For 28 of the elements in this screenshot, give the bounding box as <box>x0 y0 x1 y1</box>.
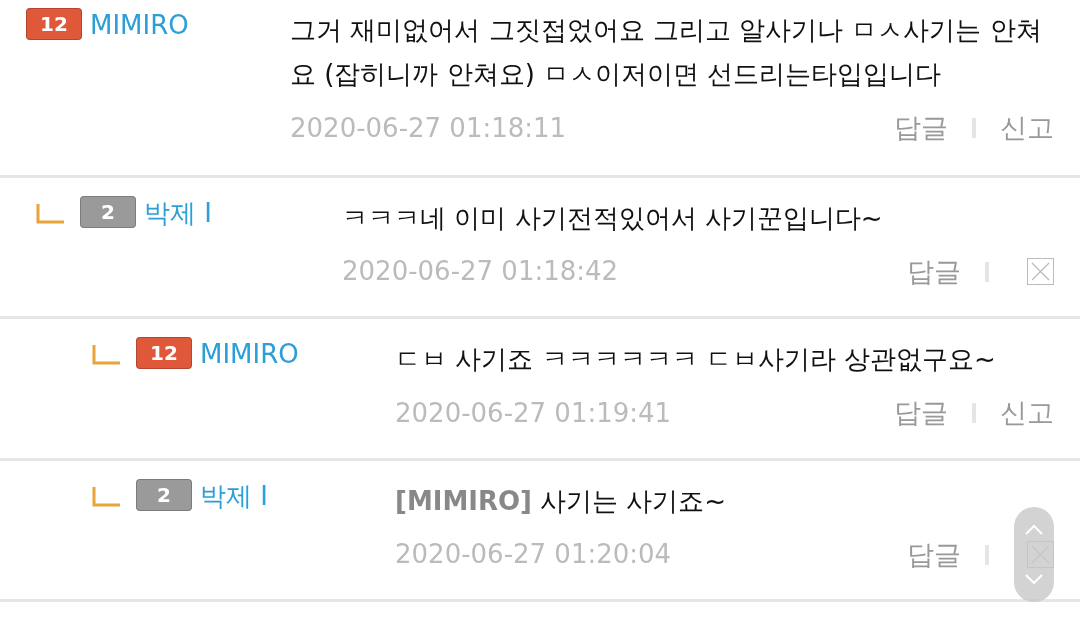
action-link[interactable]: 답글 <box>894 108 948 149</box>
comment-date: 2020-06-27 01:18:42 <box>342 255 619 289</box>
comment-text: ㄷㅂ 사기죠 ㅋㅋㅋㅋㅋㅋ ㄷㅂ사기라 상관없구요~ <box>395 343 997 376</box>
comment-date: 2020-06-27 01:19:41 <box>395 396 672 430</box>
reply-corner-icon <box>92 486 120 507</box>
chevron-down-icon <box>1025 574 1043 584</box>
comment-text: [MIMIRO] 사기는 사기죠~ <box>395 484 728 518</box>
delete-icon[interactable] <box>1027 258 1054 286</box>
action-link[interactable]: 신고 <box>1000 393 1054 434</box>
level-badge: 12 <box>26 8 82 40</box>
chevron-up-icon <box>1025 525 1043 535</box>
comment-date: 2020-06-27 01:18:11 <box>290 111 567 145</box>
action-link[interactable]: 답글 <box>907 251 961 292</box>
comment-date: 2020-06-27 01:20:04 <box>395 538 672 572</box>
level-badge: 12 <box>136 337 192 369</box>
author-name[interactable]: MIMIRO <box>200 337 299 371</box>
action-link[interactable]: 답글 <box>894 393 948 434</box>
comment-text: ㅋㅋㅋ네 이미 사기전적있어서 사기꾼입니다~ <box>342 201 884 235</box>
action-link[interactable]: 신고 <box>1000 108 1054 149</box>
author-name[interactable]: 박제 I <box>144 195 212 230</box>
action-link[interactable]: 답글 <box>907 534 961 575</box>
level-badge: 2 <box>80 195 136 228</box>
comment-text: 그거 재미없어서 그짓접었어요 그리고 알사기나 ㅁㅅ사기는 안쳐요 (잡히니까 안쳐요) ㅁㅅ이저이면 선드리는타입입니다 <box>290 14 1043 91</box>
author-name[interactable]: 박제 I <box>200 478 268 513</box>
reply-corner-icon <box>92 345 120 365</box>
author-name[interactable]: MIMIRO <box>90 8 189 42</box>
level-badge: 2 <box>136 478 192 511</box>
reply-corner-icon <box>36 203 64 224</box>
